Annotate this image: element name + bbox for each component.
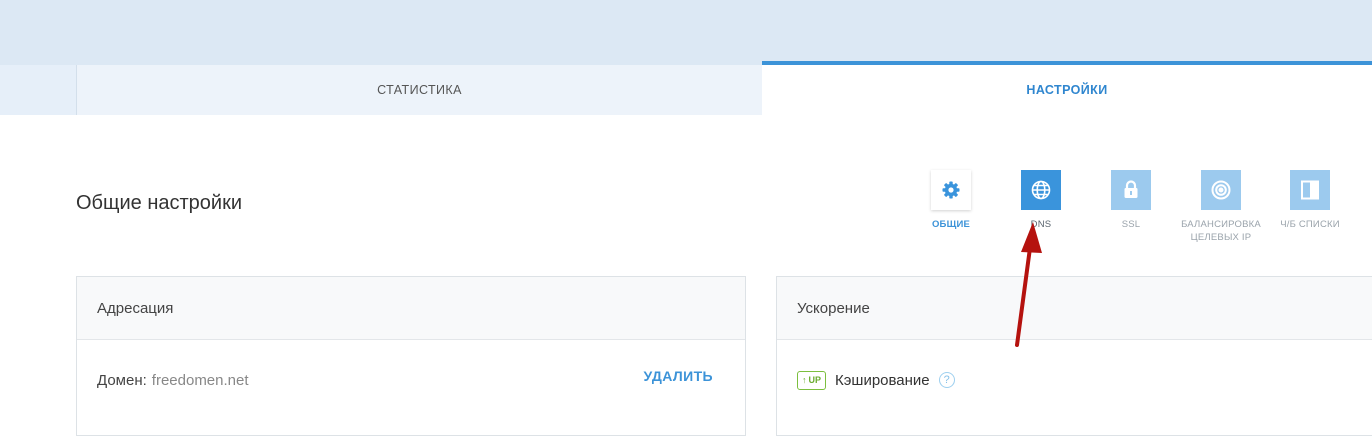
globe-icon [1021, 170, 1061, 210]
tab-spacer [0, 65, 77, 115]
nav-ssl[interactable]: SSL [1091, 170, 1171, 231]
nav-balancing[interactable]: БАЛАНСИРОВКА ЦЕЛЕВЫХ IP [1181, 170, 1261, 244]
delete-domain-button[interactable]: УДАЛИТЬ [643, 368, 713, 384]
domain-row: Домен: freedomen.net УДАЛИТЬ [77, 340, 745, 420]
lock-icon [1111, 170, 1151, 210]
nav-balancing-label-line1: БАЛАНСИРОВКА [1181, 219, 1261, 230]
caching-row: ↑ UP Кэширование ? [777, 340, 1372, 420]
up-arrow-icon: ↑ [802, 375, 807, 385]
nav-dns-label: DNS [1030, 219, 1052, 230]
nav-general[interactable]: ОБЩИЕ [911, 170, 991, 231]
nav-balancing-label-line2: ЦЕЛЕВЫХ IP [1190, 232, 1252, 243]
page-title: Общие настройки [76, 192, 242, 214]
nav-ssl-label: SSL [1121, 219, 1141, 230]
acceleration-card: Ускорение ↑ UP Кэширование ? [776, 276, 1372, 436]
nav-general-label: ОБЩИЕ [931, 219, 971, 230]
addressing-title: Адресация [77, 277, 745, 340]
up-badge: ↑ UP [797, 370, 827, 390]
tab-bar: СТАТИСТИКА НАСТРОЙКИ [0, 61, 1372, 115]
tab-settings[interactable]: НАСТРОЙКИ [762, 61, 1372, 115]
acceleration-title: Ускорение [777, 277, 1372, 340]
tab-statistics[interactable]: СТАТИСТИКА [77, 65, 762, 115]
nav-lists-label: Ч/Б СПИСКИ [1280, 219, 1340, 230]
list-panel-icon [1290, 170, 1330, 210]
domain-label: Домен: [97, 371, 147, 389]
caching-label: Кэширование [835, 371, 930, 389]
up-badge-text: UP [808, 375, 822, 385]
addressing-card: Адресация Домен: freedomen.net УДАЛИТЬ [76, 276, 746, 436]
nav-lists[interactable]: Ч/Б СПИСКИ [1270, 170, 1350, 231]
nav-dns[interactable]: DNS [1001, 170, 1081, 231]
nav-balancing-label: БАЛАНСИРОВКА ЦЕЛЕВЫХ IP [1181, 218, 1261, 244]
top-banner [0, 0, 1372, 65]
domain-value: freedomen.net [151, 371, 249, 389]
gear-icon [931, 170, 971, 210]
help-icon[interactable]: ? [938, 372, 955, 388]
target-icon [1201, 170, 1241, 210]
